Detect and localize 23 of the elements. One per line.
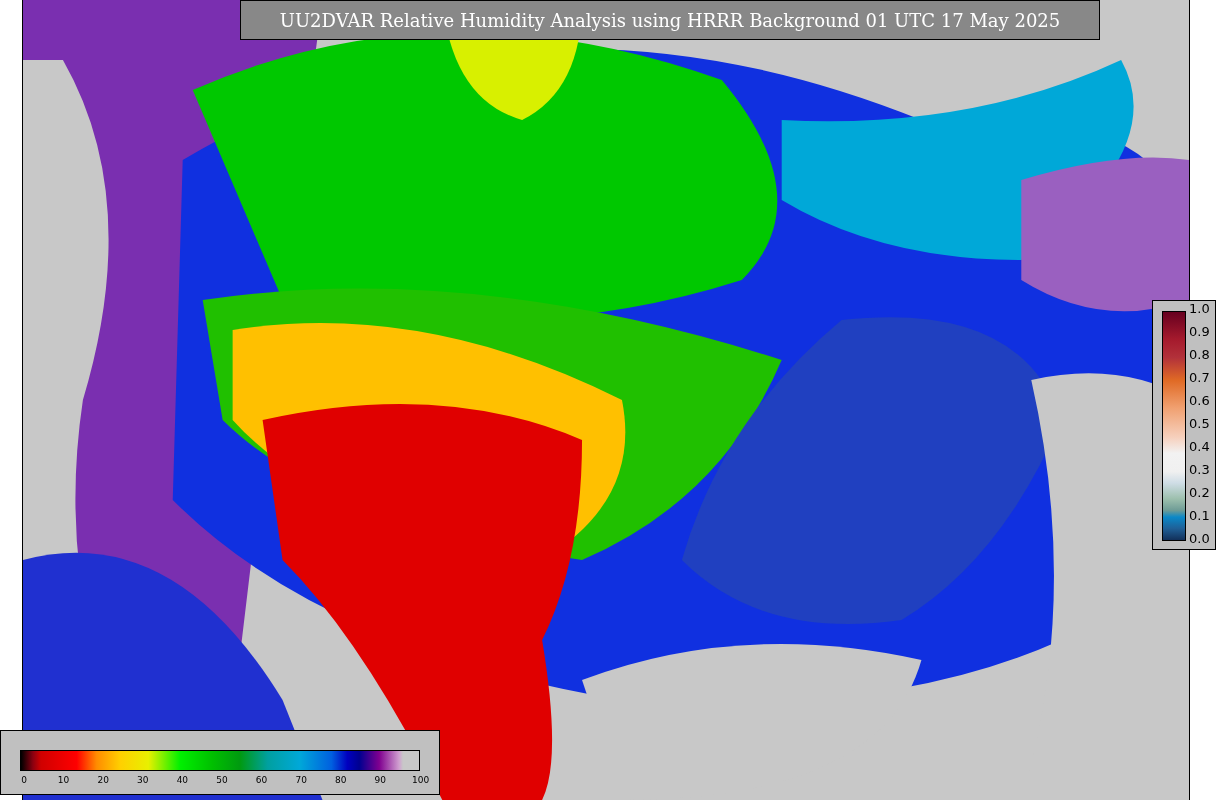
tick-label: 0.3 (1189, 463, 1210, 477)
tick-label: 0.4 (1189, 440, 1210, 454)
tick-label: 0.0 (1189, 532, 1210, 546)
tick-label: 80 (334, 775, 348, 785)
tick-label: 0.5 (1189, 417, 1210, 431)
tick-label: 50 (215, 775, 229, 785)
tick-label: 100 (411, 775, 428, 785)
tick-label: 0.2 (1189, 486, 1210, 500)
tick-label: 10 (56, 775, 71, 785)
tick-label: 0.7 (1189, 371, 1210, 385)
tick-label: 70 (294, 775, 308, 785)
tick-label: 0.8 (1189, 348, 1210, 362)
map-title: UU2DVAR Relative Humidity Analysis using HRRR Background 01 UTC 17 May 2025 (240, 0, 1100, 40)
tick-label: 60 (254, 775, 269, 785)
tick-label: 0.9 (1189, 325, 1210, 339)
tick-label: 40 (175, 775, 190, 785)
tick-label: 20 (96, 775, 110, 785)
tick-label: 1.0 (1189, 302, 1210, 316)
tick-label: 30 (136, 775, 150, 785)
tick-label: 0.1 (1189, 509, 1210, 523)
tick-label: 0 (20, 775, 28, 785)
tick-label: 0.6 (1189, 394, 1210, 408)
tick-label: 90 (373, 775, 388, 785)
